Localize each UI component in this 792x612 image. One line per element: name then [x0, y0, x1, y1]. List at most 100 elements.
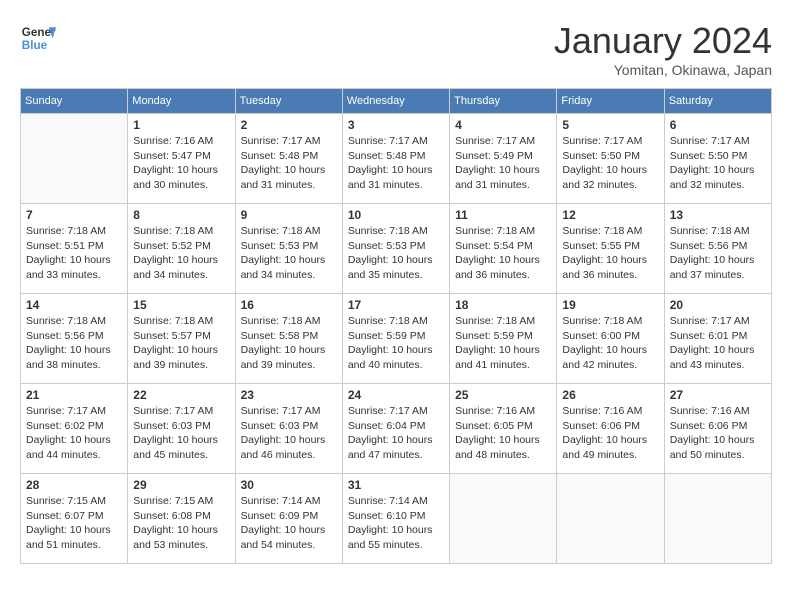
- calendar-week-row: 1Sunrise: 7:16 AM Sunset: 5:47 PM Daylig…: [21, 114, 772, 204]
- day-number: 10: [348, 208, 444, 222]
- day-number: 28: [26, 478, 122, 492]
- day-number: 18: [455, 298, 551, 312]
- day-info: Sunrise: 7:18 AM Sunset: 5:53 PM Dayligh…: [241, 224, 337, 283]
- calendar-day-cell: [557, 474, 664, 564]
- calendar-day-cell: 13 Sunrise: 7:18 AM Sunset: 5:56 PM Dayli…: [664, 204, 771, 294]
- day-number: 30: [241, 478, 337, 492]
- calendar-day-header: Sunday: [21, 89, 128, 114]
- page-header: General Blue January 2024 Yomitan, Okina…: [20, 20, 772, 78]
- day-number: 3: [348, 118, 444, 132]
- calendar-day-cell: 4 Sunrise: 7:17 AM Sunset: 5:49 PM Daylig…: [450, 114, 557, 204]
- day-number: 14: [26, 298, 122, 312]
- calendar-week-row: 14 Sunrise: 7:18 AM Sunset: 5:56 PM Dayli…: [21, 294, 772, 384]
- day-info: Sunrise: 7:18 AM Sunset: 5:55 PM Dayligh…: [562, 224, 658, 283]
- calendar-day-cell: 30 Sunrise: 7:14 AM Sunset: 6:09 PM Dayli…: [235, 474, 342, 564]
- day-number: 20: [670, 298, 766, 312]
- calendar-day-cell: 20 Sunrise: 7:17 AM Sunset: 6:01 PM Dayli…: [664, 294, 771, 384]
- day-info: Sunrise: 7:17 AM Sunset: 5:48 PM Dayligh…: [348, 134, 444, 193]
- day-number: 8: [133, 208, 229, 222]
- calendar-day-cell: 6 Sunrise: 7:17 AM Sunset: 5:50 PM Daylig…: [664, 114, 771, 204]
- day-info: Sunrise: 7:14 AM Sunset: 6:09 PM Dayligh…: [241, 494, 337, 553]
- day-info: Sunrise: 7:17 AM Sunset: 5:50 PM Dayligh…: [670, 134, 766, 193]
- calendar-day-cell: [664, 474, 771, 564]
- day-info: Sunrise: 7:18 AM Sunset: 5:56 PM Dayligh…: [670, 224, 766, 283]
- calendar-day-cell: 8 Sunrise: 7:18 AM Sunset: 5:52 PM Daylig…: [128, 204, 235, 294]
- day-info: Sunrise: 7:17 AM Sunset: 5:48 PM Dayligh…: [241, 134, 337, 193]
- day-number: 22: [133, 388, 229, 402]
- day-number: 27: [670, 388, 766, 402]
- location-subtitle: Yomitan, Okinawa, Japan: [554, 62, 772, 78]
- day-info: Sunrise: 7:17 AM Sunset: 6:03 PM Dayligh…: [241, 404, 337, 463]
- calendar-day-cell: 23 Sunrise: 7:17 AM Sunset: 6:03 PM Dayli…: [235, 384, 342, 474]
- day-number: 16: [241, 298, 337, 312]
- day-info: Sunrise: 7:18 AM Sunset: 5:52 PM Dayligh…: [133, 224, 229, 283]
- day-info: Sunrise: 7:18 AM Sunset: 6:00 PM Dayligh…: [562, 314, 658, 373]
- calendar-day-cell: 19 Sunrise: 7:18 AM Sunset: 6:00 PM Dayli…: [557, 294, 664, 384]
- day-number: 13: [670, 208, 766, 222]
- day-info: Sunrise: 7:17 AM Sunset: 5:49 PM Dayligh…: [455, 134, 551, 193]
- day-info: Sunrise: 7:18 AM Sunset: 5:58 PM Dayligh…: [241, 314, 337, 373]
- logo: General Blue: [20, 20, 56, 56]
- day-info: Sunrise: 7:17 AM Sunset: 6:04 PM Dayligh…: [348, 404, 444, 463]
- calendar-day-cell: 22 Sunrise: 7:17 AM Sunset: 6:03 PM Dayli…: [128, 384, 235, 474]
- calendar-day-cell: [21, 114, 128, 204]
- calendar-day-cell: 1Sunrise: 7:16 AM Sunset: 5:47 PM Daylig…: [128, 114, 235, 204]
- day-number: 11: [455, 208, 551, 222]
- day-number: 6: [670, 118, 766, 132]
- day-number: 31: [348, 478, 444, 492]
- calendar-day-header: Monday: [128, 89, 235, 114]
- day-info: Sunrise: 7:18 AM Sunset: 5:56 PM Dayligh…: [26, 314, 122, 373]
- day-info: Sunrise: 7:18 AM Sunset: 5:53 PM Dayligh…: [348, 224, 444, 283]
- day-info: Sunrise: 7:18 AM Sunset: 5:51 PM Dayligh…: [26, 224, 122, 283]
- calendar-day-cell: 16 Sunrise: 7:18 AM Sunset: 5:58 PM Dayli…: [235, 294, 342, 384]
- day-number: 4: [455, 118, 551, 132]
- day-info: Sunrise: 7:18 AM Sunset: 5:59 PM Dayligh…: [455, 314, 551, 373]
- day-number: 9: [241, 208, 337, 222]
- day-number: 24: [348, 388, 444, 402]
- day-info: Sunrise: 7:18 AM Sunset: 5:57 PM Dayligh…: [133, 314, 229, 373]
- calendar-day-cell: 27 Sunrise: 7:16 AM Sunset: 6:06 PM Dayli…: [664, 384, 771, 474]
- calendar-day-cell: 21 Sunrise: 7:17 AM Sunset: 6:02 PM Dayli…: [21, 384, 128, 474]
- day-info: Sunrise: 7:18 AM Sunset: 5:59 PM Dayligh…: [348, 314, 444, 373]
- day-number: 12: [562, 208, 658, 222]
- day-info: Sunrise: 7:17 AM Sunset: 6:03 PM Dayligh…: [133, 404, 229, 463]
- calendar-day-cell: 11 Sunrise: 7:18 AM Sunset: 5:54 PM Dayli…: [450, 204, 557, 294]
- calendar-day-cell: 26 Sunrise: 7:16 AM Sunset: 6:06 PM Dayli…: [557, 384, 664, 474]
- calendar-day-cell: 14 Sunrise: 7:18 AM Sunset: 5:56 PM Dayli…: [21, 294, 128, 384]
- calendar-week-row: 21 Sunrise: 7:17 AM Sunset: 6:02 PM Dayli…: [21, 384, 772, 474]
- calendar-day-header: Wednesday: [342, 89, 449, 114]
- calendar-day-cell: 7 Sunrise: 7:18 AM Sunset: 5:51 PM Daylig…: [21, 204, 128, 294]
- day-number: 23: [241, 388, 337, 402]
- day-number: 26: [562, 388, 658, 402]
- title-block: January 2024 Yomitan, Okinawa, Japan: [554, 20, 772, 78]
- calendar-week-row: 7 Sunrise: 7:18 AM Sunset: 5:51 PM Daylig…: [21, 204, 772, 294]
- month-title: January 2024: [554, 20, 772, 62]
- day-number: 21: [26, 388, 122, 402]
- calendar-day-cell: 5Sunrise: 7:17 AM Sunset: 5:50 PM Daylig…: [557, 114, 664, 204]
- day-number: 15: [133, 298, 229, 312]
- calendar-table: SundayMondayTuesdayWednesdayThursdayFrid…: [20, 88, 772, 564]
- day-number: 19: [562, 298, 658, 312]
- calendar-day-header: Saturday: [664, 89, 771, 114]
- calendar-day-cell: 17 Sunrise: 7:18 AM Sunset: 5:59 PM Dayli…: [342, 294, 449, 384]
- svg-text:Blue: Blue: [22, 39, 48, 52]
- day-number: 29: [133, 478, 229, 492]
- logo-icon: General Blue: [20, 20, 56, 56]
- day-number: 7: [26, 208, 122, 222]
- day-number: 1: [133, 118, 229, 132]
- day-number: 17: [348, 298, 444, 312]
- day-info: Sunrise: 7:16 AM Sunset: 6:06 PM Dayligh…: [670, 404, 766, 463]
- calendar-day-cell: 9 Sunrise: 7:18 AM Sunset: 5:53 PM Daylig…: [235, 204, 342, 294]
- calendar-day-cell: [450, 474, 557, 564]
- day-info: Sunrise: 7:18 AM Sunset: 5:54 PM Dayligh…: [455, 224, 551, 283]
- calendar-day-cell: 28Sunrise: 7:15 AM Sunset: 6:07 PM Dayli…: [21, 474, 128, 564]
- day-info: Sunrise: 7:17 AM Sunset: 6:01 PM Dayligh…: [670, 314, 766, 373]
- day-number: 2: [241, 118, 337, 132]
- day-info: Sunrise: 7:17 AM Sunset: 6:02 PM Dayligh…: [26, 404, 122, 463]
- calendar-day-cell: 24 Sunrise: 7:17 AM Sunset: 6:04 PM Dayli…: [342, 384, 449, 474]
- calendar-day-cell: 25Sunrise: 7:16 AM Sunset: 6:05 PM Dayli…: [450, 384, 557, 474]
- calendar-day-header: Friday: [557, 89, 664, 114]
- calendar-day-cell: 3 Sunrise: 7:17 AM Sunset: 5:48 PM Daylig…: [342, 114, 449, 204]
- day-info: Sunrise: 7:16 AM Sunset: 6:06 PM Dayligh…: [562, 404, 658, 463]
- calendar-day-cell: 31Sunrise: 7:14 AM Sunset: 6:10 PM Dayli…: [342, 474, 449, 564]
